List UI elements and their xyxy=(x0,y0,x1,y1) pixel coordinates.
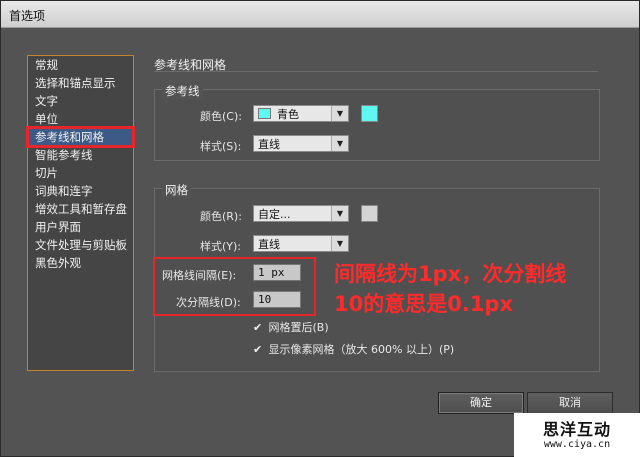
guides-style-value: 直线 xyxy=(258,138,280,151)
checkmark-icon: ✔ xyxy=(253,343,263,356)
ok-button[interactable]: 确定 xyxy=(438,392,524,414)
grid-color-swatch[interactable] xyxy=(361,205,378,222)
category-list: 常规 选择和锚点显示 文字 单位 参考线和网格 智能参考线 切片 词典和连字 增效工具和暂存盘用… xyxy=(26,55,135,371)
guides-color-value: 青色 xyxy=(277,108,299,121)
grid-style-select[interactable]: 直线 ▼ xyxy=(253,235,349,252)
preferences-dialog: 首选项 常规 选择和锚点显示 文字 单位 参考线和网格 智能参考线 切片 词典和连字 增效工具和… xyxy=(0,0,640,457)
gridline-every-label: 网格线间隔(E): xyxy=(162,269,237,282)
subdivisions-input[interactable]: 10 xyxy=(253,291,301,308)
checkmark-icon: ✔ xyxy=(253,321,263,334)
category-item[interactable]: 选择和锚点显示 xyxy=(28,74,133,92)
grids-in-back-label: 网格置后(B) xyxy=(268,321,329,334)
grid-group-label: 网格 xyxy=(162,182,191,198)
chevron-down-icon: ▼ xyxy=(331,136,348,151)
panel-divider xyxy=(154,71,598,72)
grid-style-label: 样式(Y): xyxy=(200,240,242,253)
guides-style-label: 样式(S): xyxy=(200,140,242,153)
category-item[interactable]: 单位 xyxy=(28,110,133,128)
grid-style-value: 直线 xyxy=(258,238,280,251)
chevron-down-icon: ▼ xyxy=(331,206,348,221)
category-item[interactable]: 用户界面 xyxy=(28,218,133,236)
category-item[interactable]: 常规 xyxy=(28,56,133,74)
watermark-name: 思洋互动 xyxy=(542,420,611,439)
cancel-button[interactable]: 取消 xyxy=(527,392,613,414)
annotation-text: 间隔线为1px，次分割线 10的意思是0.1px xyxy=(334,259,566,319)
chevron-down-icon: ▼ xyxy=(331,236,348,251)
pixel-grid-label: 显示像素网格（放大 600% 以上）(P) xyxy=(268,343,455,356)
category-item[interactable]: 黑色外观 xyxy=(28,254,133,272)
grid-color-value: 自定... xyxy=(258,208,291,221)
category-item[interactable]: 增效工具和暂存盘 xyxy=(28,200,133,218)
window-title: 首选项 xyxy=(9,9,46,23)
watermark: 思洋互动 www.ciya.cn xyxy=(514,413,640,457)
category-item[interactable]: 智能参考线 xyxy=(28,146,133,164)
watermark-url: www.ciya.cn xyxy=(543,439,611,450)
category-item[interactable]: 参考线和网格 xyxy=(26,126,135,148)
category-item[interactable]: 文件处理与剪贴板 xyxy=(28,236,133,254)
grid-color-label: 颜色(R): xyxy=(200,210,242,223)
title-bar: 首选项 xyxy=(1,1,639,28)
guides-color-label: 颜色(C): xyxy=(200,110,242,123)
grids-in-back-checkbox[interactable]: ✔ 网格置后(B) xyxy=(253,319,329,335)
category-item[interactable]: 词典和连字 xyxy=(28,182,133,200)
annotation-line-1: 间隔线为1px，次分割线 xyxy=(334,262,567,286)
subdivisions-label: 次分隔线(D): xyxy=(176,296,241,309)
annotation-line-2: 10的意思是0.1px xyxy=(334,292,514,316)
guides-color-select[interactable]: 青色 ▼ xyxy=(253,105,349,122)
grid-color-select[interactable]: 自定... ▼ xyxy=(253,205,349,222)
category-item[interactable]: 文字 xyxy=(28,92,133,110)
pixel-grid-checkbox[interactable]: ✔ 显示像素网格（放大 600% 以上）(P) xyxy=(253,341,454,357)
category-item[interactable]: 切片 xyxy=(28,164,133,182)
guides-group-label: 参考线 xyxy=(162,83,203,99)
cyan-swatch-icon xyxy=(258,108,271,119)
chevron-down-icon: ▼ xyxy=(331,106,348,121)
guides-color-swatch[interactable] xyxy=(361,105,378,122)
guides-style-select[interactable]: 直线 ▼ xyxy=(253,135,349,152)
gridline-every-input[interactable]: 1 px xyxy=(253,264,301,281)
